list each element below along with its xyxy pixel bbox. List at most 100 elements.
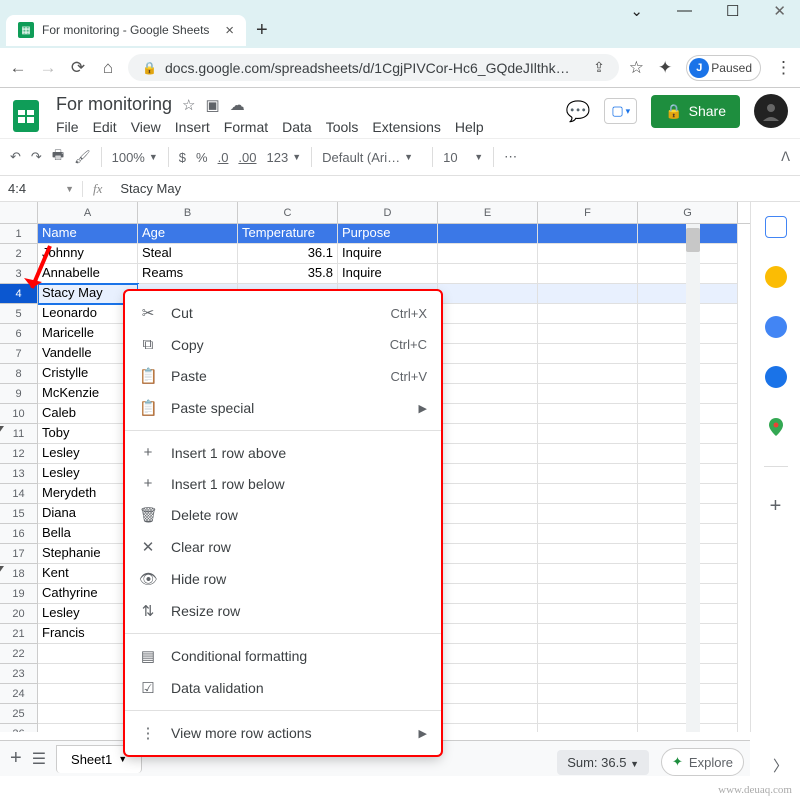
keep-icon[interactable] bbox=[765, 266, 787, 288]
cell[interactable] bbox=[438, 364, 538, 384]
browser-tab[interactable]: ▦ For monitoring - Google Sheets × bbox=[6, 15, 246, 46]
contacts-icon[interactable] bbox=[765, 366, 787, 388]
cell[interactable]: Reams bbox=[138, 264, 238, 284]
font-select[interactable]: Default (Ari…▼ bbox=[322, 150, 422, 165]
explore-button[interactable]: ✦Explore bbox=[661, 748, 744, 776]
profile-chip[interactable]: J Paused bbox=[686, 55, 761, 81]
cell[interactable] bbox=[538, 344, 638, 364]
menu-view[interactable]: View bbox=[131, 119, 161, 135]
cell[interactable]: Bella bbox=[38, 524, 138, 544]
cell[interactable] bbox=[438, 664, 538, 684]
cell[interactable] bbox=[438, 484, 538, 504]
collapse-toolbar-icon[interactable]: ᐱ bbox=[781, 149, 790, 165]
close-icon[interactable]: ✕ bbox=[767, 0, 792, 22]
cell[interactable] bbox=[438, 444, 538, 464]
col-header[interactable]: B bbox=[138, 202, 238, 223]
row-header[interactable]: 13 bbox=[0, 464, 38, 484]
cell[interactable]: Kent bbox=[38, 564, 138, 584]
col-header[interactable]: F bbox=[538, 202, 638, 223]
tab-close-icon[interactable]: × bbox=[225, 22, 234, 39]
cell[interactable] bbox=[538, 504, 638, 524]
cell[interactable] bbox=[538, 684, 638, 704]
row-header[interactable]: 10 bbox=[0, 404, 38, 424]
reload-button[interactable]: ⟳ bbox=[68, 58, 88, 78]
ctx-conditional-formatting[interactable]: ▤Conditional formatting bbox=[125, 640, 441, 672]
cell[interactable] bbox=[538, 724, 638, 732]
move-doc-icon[interactable]: ▣ bbox=[206, 96, 220, 114]
cell[interactable] bbox=[538, 664, 638, 684]
more-toolbar-icon[interactable]: ⋯ bbox=[504, 149, 517, 165]
cell[interactable] bbox=[438, 504, 538, 524]
ctx-insert-above[interactable]: +Insert 1 row above bbox=[125, 437, 441, 468]
chevron-down-icon[interactable]: ⌄ bbox=[624, 0, 649, 22]
cell[interactable] bbox=[438, 704, 538, 724]
cell[interactable] bbox=[438, 564, 538, 584]
cell[interactable] bbox=[538, 364, 638, 384]
ctx-paste-special[interactable]: 📋Paste special▶ bbox=[125, 392, 441, 424]
menu-tools[interactable]: Tools bbox=[326, 119, 359, 135]
new-tab-button[interactable]: + bbox=[256, 19, 268, 42]
row-header[interactable]: 15 bbox=[0, 504, 38, 524]
cell[interactable] bbox=[538, 224, 638, 244]
cell[interactable] bbox=[538, 644, 638, 664]
table-row[interactable]: 2JohnnySteal36.1Inquire bbox=[0, 244, 750, 264]
menu-extensions[interactable]: Extensions bbox=[372, 119, 440, 135]
star-icon[interactable]: ☆ bbox=[629, 58, 644, 78]
row-header[interactable]: 14 bbox=[0, 484, 38, 504]
vertical-scrollbar[interactable] bbox=[686, 224, 700, 732]
row-header[interactable]: 20 bbox=[0, 604, 38, 624]
undo-icon[interactable]: ↶ bbox=[10, 149, 21, 165]
cell[interactable] bbox=[438, 284, 538, 304]
paint-format-icon[interactable]: 🖌 bbox=[74, 149, 91, 165]
cell[interactable] bbox=[538, 324, 638, 344]
cell[interactable] bbox=[438, 264, 538, 284]
cell[interactable]: Inquire bbox=[338, 244, 438, 264]
row-header[interactable]: 21 bbox=[0, 624, 38, 644]
cell[interactable]: Lesley bbox=[38, 604, 138, 624]
col-header[interactable]: E bbox=[438, 202, 538, 223]
cell[interactable]: Maricelle bbox=[38, 324, 138, 344]
home-button[interactable]: ⌂ bbox=[98, 58, 118, 78]
cell[interactable] bbox=[438, 644, 538, 664]
cell[interactable] bbox=[438, 684, 538, 704]
cell[interactable] bbox=[438, 624, 538, 644]
doc-title[interactable]: For monitoring bbox=[56, 94, 172, 115]
row-header[interactable]: 17 bbox=[0, 544, 38, 564]
cell[interactable] bbox=[438, 584, 538, 604]
cell[interactable] bbox=[538, 404, 638, 424]
maximize-icon[interactable]: ☐ bbox=[720, 0, 745, 22]
cell[interactable] bbox=[538, 624, 638, 644]
cell[interactable]: Lesley bbox=[38, 444, 138, 464]
row-header[interactable]: 9 bbox=[0, 384, 38, 404]
cell[interactable]: Purpose bbox=[338, 224, 438, 244]
ctx-insert-below[interactable]: +Insert 1 row below bbox=[125, 468, 441, 499]
percent-icon[interactable]: % bbox=[196, 150, 208, 165]
row-header[interactable]: 1 bbox=[0, 224, 38, 244]
row-header[interactable]: 18 bbox=[0, 564, 38, 584]
col-header[interactable]: A bbox=[38, 202, 138, 223]
cloud-status-icon[interactable]: ☁ bbox=[230, 96, 245, 114]
cell[interactable] bbox=[38, 684, 138, 704]
ctx-clear-row[interactable]: ✕Clear row bbox=[125, 531, 441, 563]
cell[interactable]: 35.8 bbox=[238, 264, 338, 284]
table-row[interactable]: 3AnnabelleReams35.8Inquire bbox=[0, 264, 750, 284]
cell[interactable]: Temperature bbox=[238, 224, 338, 244]
currency-icon[interactable]: $ bbox=[179, 150, 186, 165]
cell[interactable] bbox=[438, 224, 538, 244]
cell[interactable]: Leonardo bbox=[38, 304, 138, 324]
cell[interactable] bbox=[438, 424, 538, 444]
cell[interactable] bbox=[438, 604, 538, 624]
col-header[interactable]: C bbox=[238, 202, 338, 223]
share-button[interactable]: 🔒 Share bbox=[651, 95, 740, 128]
sheets-logo-icon[interactable] bbox=[8, 98, 48, 138]
sheet-menu-caret-icon[interactable]: ▼ bbox=[118, 754, 127, 764]
cell[interactable]: Diana bbox=[38, 504, 138, 524]
cell[interactable] bbox=[38, 644, 138, 664]
cell[interactable] bbox=[538, 524, 638, 544]
col-header[interactable]: D bbox=[338, 202, 438, 223]
back-button[interactable]: ← bbox=[8, 58, 28, 78]
cell[interactable] bbox=[538, 604, 638, 624]
cell[interactable]: Steal bbox=[138, 244, 238, 264]
decrease-decimal-icon[interactable]: .0 bbox=[218, 150, 229, 165]
row-header[interactable]: 6 bbox=[0, 324, 38, 344]
